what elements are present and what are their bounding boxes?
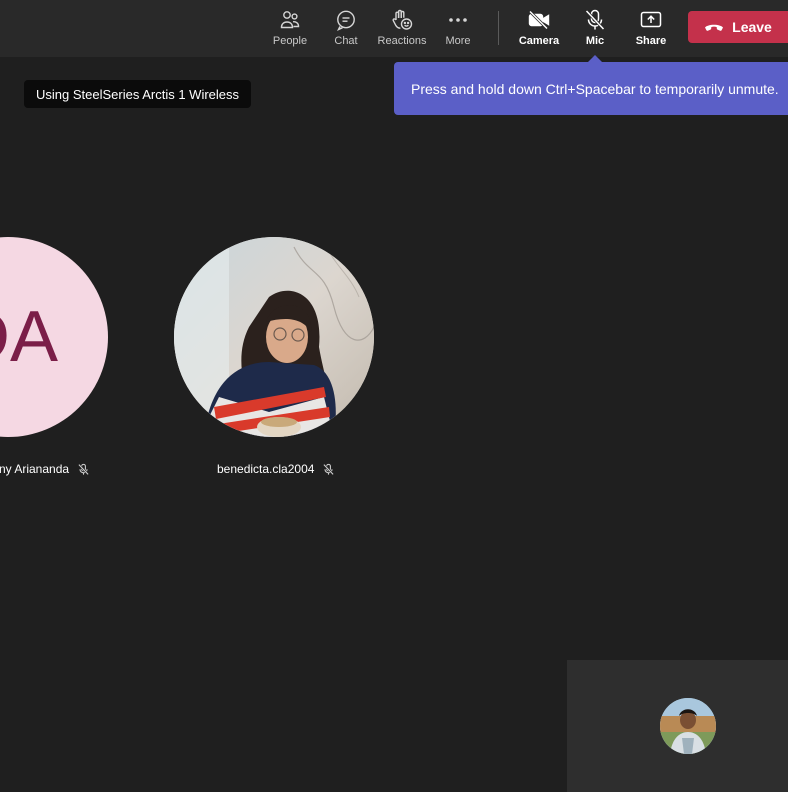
camera-button[interactable]: Camera — [518, 0, 560, 57]
more-dots-icon — [446, 8, 470, 32]
more-label: More — [445, 35, 471, 47]
self-view-tile[interactable] — [567, 660, 788, 792]
hang-up-icon — [704, 21, 724, 33]
self-photo — [660, 698, 716, 754]
audio-device-notice: Using SteelSeries Arctis 1 Wireless — [24, 80, 252, 108]
participant-photo-avatar[interactable] — [174, 237, 374, 437]
participant-name-row: benedicta.cla2004 — [217, 461, 335, 477]
leave-button[interactable]: Leave — [688, 11, 788, 43]
toolbar-divider — [498, 11, 499, 45]
unmute-tooltip-text: Press and hold down Ctrl+Spacebar to tem… — [411, 80, 779, 97]
mic-label: Mic — [585, 35, 605, 47]
chat-button[interactable]: Chat — [330, 0, 362, 57]
mic-off-icon — [322, 463, 335, 476]
meeting-toolbar: People Chat Reactions More Camera Mic Sh… — [0, 0, 788, 57]
audio-device-label: Using SteelSeries Arctis 1 Wireless — [36, 86, 240, 102]
people-icon — [278, 8, 302, 32]
reactions-label: Reactions — [377, 35, 427, 47]
reactions-button[interactable]: Reactions — [376, 0, 428, 57]
camera-off-icon — [527, 8, 551, 32]
participant-name: benedicta.cla2004 — [217, 462, 315, 476]
participant-photo — [174, 237, 374, 437]
mic-off-icon — [77, 463, 90, 476]
participant-name: ny Ariananda — [0, 462, 70, 476]
more-button[interactable]: More — [442, 0, 474, 57]
mic-off-icon — [583, 8, 607, 32]
chat-icon — [334, 8, 358, 32]
self-photo-avatar — [660, 698, 716, 754]
meeting-stage: People Chat Reactions More Camera Mic Sh… — [0, 0, 788, 792]
participant-name-row: ny Ariananda — [0, 461, 90, 477]
share-label: Share — [635, 35, 667, 47]
people-label: People — [272, 35, 308, 47]
participant-initials: DA — [0, 297, 59, 377]
people-button[interactable]: People — [271, 0, 309, 57]
leave-label: Leave — [732, 19, 772, 35]
participant-avatar-initials[interactable]: DA — [0, 237, 108, 437]
share-screen-icon — [639, 8, 663, 32]
share-button[interactable]: Share — [634, 0, 668, 57]
camera-label: Camera — [518, 35, 560, 47]
chat-label: Chat — [334, 35, 358, 47]
mic-button[interactable]: Mic — [580, 0, 610, 57]
unmute-tooltip: Press and hold down Ctrl+Spacebar to tem… — [394, 62, 788, 115]
raise-hand-reactions-icon — [390, 8, 414, 32]
tooltip-caret — [588, 55, 602, 62]
